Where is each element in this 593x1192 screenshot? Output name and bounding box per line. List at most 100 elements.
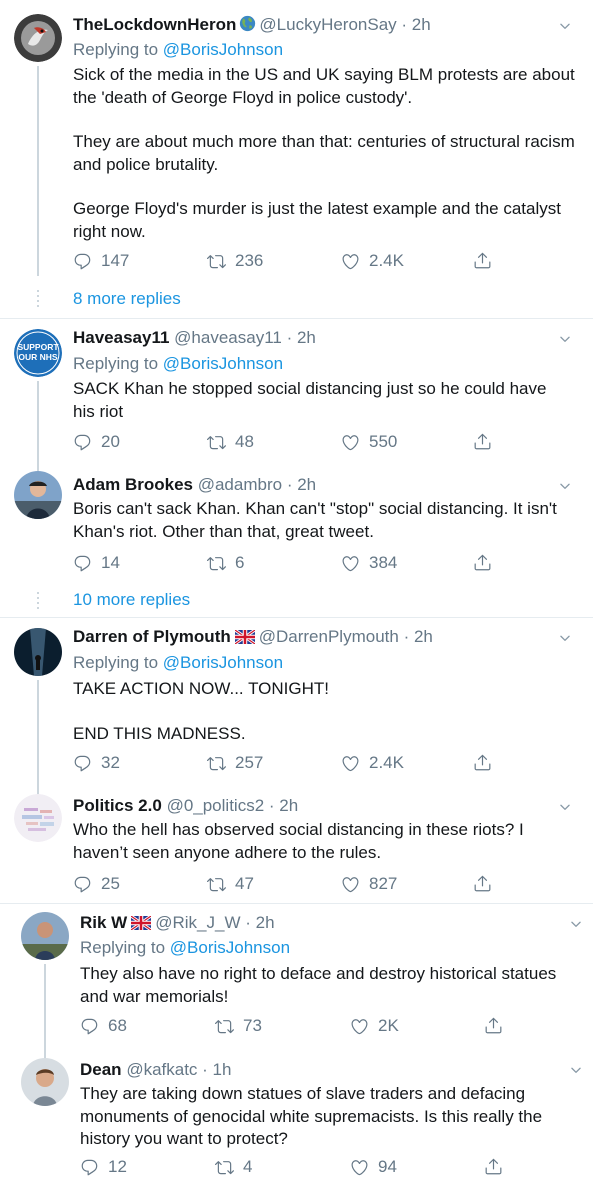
retweet-button[interactable]: 47	[207, 874, 254, 894]
tweet-text: They are taking down statues of slave tr…	[80, 1083, 585, 1151]
tweet-text: Boris can't sack Khan. Khan can't "stop"…	[73, 498, 568, 543]
mention-link[interactable]: @BorisJohnson	[163, 354, 283, 373]
avatar[interactable]	[14, 628, 62, 676]
timestamp[interactable]: · 2h	[264, 796, 298, 815]
tweet-7[interactable]: Dean @kafkatc · 1h They are taking down …	[0, 1048, 593, 1192]
share-button[interactable]	[473, 432, 492, 451]
retweet-button[interactable]: 257	[207, 753, 263, 773]
user-handle[interactable]: @0_politics2	[167, 796, 265, 815]
mention-link[interactable]: @BorisJohnson	[163, 653, 283, 672]
chevron-down-icon[interactable]	[558, 479, 572, 493]
reply-button[interactable]: 14	[73, 553, 120, 573]
like-button[interactable]: 94	[350, 1157, 397, 1177]
uk-flag-emoji-icon	[235, 630, 255, 644]
chevron-down-icon[interactable]	[569, 917, 583, 931]
tweet-1[interactable]: TheLockdownHeron @LuckyHeronSay · 2h Repl…	[0, 0, 593, 320]
retweet-icon	[215, 1017, 234, 1036]
reply-icon	[73, 554, 92, 573]
reply-button[interactable]: 32	[73, 753, 120, 773]
reply-button[interactable]: 147	[73, 251, 129, 271]
share-button[interactable]	[484, 1157, 503, 1176]
show-more-replies-link[interactable]: 8 more replies	[73, 289, 181, 309]
display-name[interactable]: Adam Brookes	[73, 475, 193, 494]
reply-icon	[73, 875, 92, 894]
timestamp[interactable]: · 2h	[241, 913, 274, 932]
avatar[interactable]	[14, 794, 62, 842]
like-count: 2.4K	[369, 753, 404, 772]
chevron-down-icon[interactable]	[558, 19, 572, 33]
reply-icon	[73, 433, 92, 452]
user-handle[interactable]: @DarrenPlymouth	[259, 627, 399, 646]
like-count: 2K	[378, 1016, 399, 1035]
user-handle[interactable]: @Rik_J_W	[155, 913, 240, 932]
display-name[interactable]: TheLockdownHeron	[73, 15, 236, 34]
like-count: 2.4K	[369, 251, 404, 270]
like-button[interactable]: 827	[341, 874, 397, 894]
user-handle[interactable]: @adambro	[198, 475, 282, 494]
mention-link[interactable]: @BorisJohnson	[163, 40, 283, 59]
avatar[interactable]	[21, 1058, 69, 1106]
tweet-4[interactable]: Darren of Plymouth @DarrenPlymouth · 2h R…	[0, 618, 593, 800]
chevron-down-icon[interactable]	[558, 332, 572, 346]
mention-link[interactable]: @BorisJohnson	[170, 938, 290, 957]
chevron-down-icon[interactable]	[558, 800, 572, 814]
chevron-down-icon[interactable]	[558, 631, 572, 645]
like-button[interactable]: 2.4K	[341, 753, 404, 773]
share-button[interactable]	[484, 1016, 503, 1035]
tweet-header: TheLockdownHeron @LuckyHeronSay · 2h	[73, 14, 431, 36]
reply-button[interactable]: 25	[73, 874, 120, 894]
timestamp[interactable]: · 2h	[282, 328, 316, 347]
retweet-count: 47	[235, 874, 254, 893]
tweet-3[interactable]: Adam Brookes @adambro · 2h Boris can't s…	[0, 467, 593, 619]
timestamp[interactable]: · 1h	[197, 1060, 231, 1079]
like-count: 384	[369, 553, 398, 572]
avatar[interactable]	[14, 471, 62, 519]
retweet-icon	[215, 1158, 234, 1177]
tweet-actions: 12 4 94	[80, 1157, 580, 1181]
avatar[interactable]: SUPPORT OUR NHS	[14, 329, 62, 377]
timestamp[interactable]: · 2h	[399, 627, 433, 646]
reply-context: Replying to @BorisJohnson	[73, 354, 284, 373]
display-name[interactable]: Rik W	[80, 913, 127, 932]
user-handle[interactable]: @LuckyHeronSay	[259, 15, 396, 34]
tweet-header: Rik W @Rik_J_W · 2h	[80, 912, 275, 934]
share-button[interactable]	[473, 251, 492, 270]
reply-button[interactable]: 68	[80, 1016, 127, 1036]
share-icon	[473, 753, 492, 772]
retweet-button[interactable]: 236	[207, 251, 263, 271]
avatar[interactable]	[21, 912, 69, 960]
display-name[interactable]: Darren of Plymouth	[73, 627, 231, 646]
share-button[interactable]	[473, 553, 492, 572]
display-name[interactable]: Dean	[80, 1060, 122, 1079]
display-name[interactable]: Haveasay11	[73, 328, 169, 347]
tweet-6[interactable]: Rik W @Rik_J_W · 2h Replying to @BorisJoh…	[0, 904, 593, 1059]
tweet-paragraph: They also have no right to deface and de…	[80, 964, 562, 1006]
display-name[interactable]: Politics 2.0	[73, 796, 162, 815]
retweet-button[interactable]: 73	[215, 1016, 262, 1036]
user-handle[interactable]: @kafkatc	[126, 1060, 197, 1079]
show-more-replies-link[interactable]: 10 more replies	[73, 590, 190, 610]
reply-button[interactable]: 20	[73, 432, 120, 452]
share-button[interactable]	[473, 753, 492, 772]
like-button[interactable]: 550	[341, 432, 397, 452]
reply-button[interactable]: 12	[80, 1157, 127, 1177]
timestamp[interactable]: · 2h	[282, 475, 316, 494]
retweet-button[interactable]: 48	[207, 432, 254, 452]
timestamp[interactable]: · 2h	[397, 15, 430, 34]
retweet-count: 6	[235, 553, 245, 572]
avatar[interactable]	[14, 14, 62, 62]
like-button[interactable]: 2K	[350, 1016, 399, 1036]
silhouette-avatar-icon	[14, 628, 62, 676]
chevron-down-icon[interactable]	[569, 1063, 583, 1077]
thread-dots	[37, 592, 39, 612]
tweet-2[interactable]: SUPPORT OUR NHS Haveasay11 @haveasay11 ·…	[0, 319, 593, 471]
like-button[interactable]: 2.4K	[341, 251, 404, 271]
share-icon	[473, 874, 492, 893]
retweet-button[interactable]: 4	[215, 1157, 252, 1177]
like-button[interactable]: 384	[341, 553, 397, 573]
user-handle[interactable]: @haveasay11	[174, 328, 282, 347]
share-button[interactable]	[473, 874, 492, 893]
retweet-button[interactable]: 6	[207, 553, 244, 573]
thread-dots	[37, 290, 39, 310]
tweet-5[interactable]: Politics 2.0 @0_politics2 · 2h Who the h…	[0, 788, 593, 904]
